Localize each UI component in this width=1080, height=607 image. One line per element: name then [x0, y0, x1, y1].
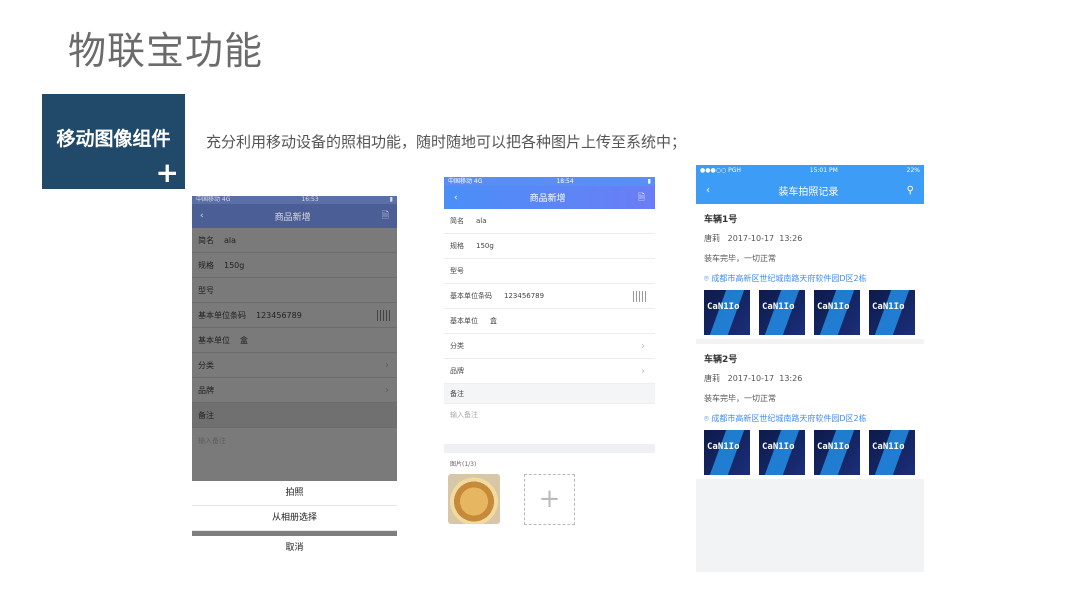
chevron-right-icon: › — [385, 359, 389, 371]
record-meta: 唐莉 2017-10-17 13:26 — [704, 234, 803, 243]
record-card[interactable]: 车辆1号 唐莉 2017-10-17 13:26 装车完毕，一切正常 ⌾ 成都市… — [696, 204, 924, 339]
remark-input[interactable]: 输入备注 — [192, 428, 397, 454]
form-row-short-name[interactable]: 简名 ala — [444, 209, 655, 234]
badge-label: 移动图像组件 — [56, 128, 171, 150]
form-row-unit[interactable]: 基本单位盒 — [444, 309, 655, 334]
save-icon[interactable]: 🗎 — [638, 190, 645, 206]
action-sheet: 拍照 从相册选择 取消 — [192, 481, 397, 558]
form-row-spec[interactable]: 规格 150g — [192, 253, 397, 278]
back-icon[interactable]: ‹ — [200, 211, 204, 221]
image-list: + — [444, 474, 655, 525]
choose-from-album-button[interactable]: 从相册选择 — [192, 506, 397, 531]
phone-screenshot-loading-records: ●●●○○ PGH 15:01 PM 22% ‹ 装车拍照记录 ⚲ 车辆1号 唐… — [696, 165, 924, 572]
nav-title: 商品新增 — [529, 194, 566, 204]
nav-bar: ‹ 装车拍照记录 ⚲ — [696, 177, 924, 204]
photo-thumbnail[interactable]: CaN1Io — [869, 290, 915, 335]
record-location: ⌾ 成都市高新区世纪城南路天府软件园D区2栋 — [704, 274, 867, 283]
photo-thumbnail[interactable]: CaN1Io — [814, 430, 860, 475]
photo-thumbnail[interactable]: CaN1Io — [814, 290, 860, 335]
nav-title: 装车拍照记录 — [778, 187, 839, 198]
form-row-model[interactable]: 型号 — [192, 278, 397, 303]
status-bar: 中国移动 4G 18:54 ▮ — [444, 177, 655, 186]
photo-list: CaN1Io CaN1Io CaN1Io CaN1Io — [704, 290, 916, 335]
photo-list: CaN1Io CaN1Io CaN1Io CaN1Io — [704, 430, 916, 475]
photo-thumbnail[interactable]: CaN1Io — [759, 290, 805, 335]
nav-bar: ‹ 商品新增 🗎 — [444, 186, 655, 209]
form-row-short-name[interactable]: 简名 ala — [192, 228, 397, 253]
nav-bar: ‹ 商品新增 🗎 — [192, 204, 397, 228]
feature-badge: 移动图像组件 + — [42, 94, 185, 189]
remark-header: 备注 — [192, 403, 397, 428]
slide: 物联宝功能 移动图像组件 + 充分利用移动设备的照相功能，随时随地可以把各种图片… — [0, 0, 1080, 607]
form-row-model[interactable]: 型号 — [444, 259, 655, 284]
divider — [444, 444, 655, 453]
cancel-button[interactable]: 取消 — [192, 536, 397, 558]
take-photo-button[interactable]: 拍照 — [192, 481, 397, 506]
nav-title: 商品新增 — [274, 212, 311, 223]
vehicle-name: 车辆2号 — [704, 355, 738, 365]
photo-thumbnail[interactable]: CaN1Io — [869, 430, 915, 475]
vehicle-name: 车辆1号 — [704, 215, 738, 225]
photo-thumbnail[interactable]: CaN1Io — [704, 290, 750, 335]
record-note: 装车完毕，一切正常 — [704, 394, 776, 403]
status-bar: ●●●○○ PGH 15:01 PM 22% — [696, 165, 924, 177]
form-row-category[interactable]: 分类 › — [192, 353, 397, 378]
phone-screenshot-product-form: 中国移动 4G 18:54 ▮ ‹ 商品新增 🗎 简名 ala 规格 150g 型号… — [444, 177, 655, 550]
record-meta: 唐莉 2017-10-17 13:26 — [704, 374, 803, 383]
feature-description: 充分利用移动设备的照相功能，随时随地可以把各种图片上传至系统中； — [206, 133, 687, 151]
images-label: 图片(1/3) — [450, 461, 477, 468]
food-photo-thumbnail[interactable] — [448, 474, 500, 524]
form-row-spec[interactable]: 规格 150g — [444, 234, 655, 259]
record-location: ⌾ 成都市高新区世纪城南路天府软件园D区2栋 — [704, 414, 867, 423]
back-icon[interactable]: ‹ — [454, 193, 458, 203]
battery-icon: ▮ — [647, 178, 651, 185]
location-pin-icon: ⌾ — [704, 274, 709, 283]
form-row-category[interactable]: 分类 › — [444, 334, 655, 359]
remark-input[interactable]: 输入备注 — [444, 404, 655, 444]
form-row-barcode[interactable]: 基本单位条码 123456789 — [444, 284, 655, 309]
location-pin-icon: ⌾ — [704, 414, 709, 423]
record-note: 装车完毕，一切正常 — [704, 254, 776, 263]
barcode-icon[interactable] — [377, 310, 391, 321]
form-row-barcode[interactable]: 基本单位条码 123456789 — [192, 303, 397, 328]
chevron-right-icon: › — [385, 384, 389, 396]
add-image-button[interactable]: + — [524, 474, 575, 525]
remark-header: 备注 — [444, 384, 655, 404]
photo-thumbnail[interactable]: CaN1Io — [759, 430, 805, 475]
form-row-brand[interactable]: 品牌 › — [192, 378, 397, 403]
form-row-unit[interactable]: 基本单位盒 — [192, 328, 397, 353]
plus-icon: + — [155, 156, 179, 189]
form-row-brand[interactable]: 品牌 › — [444, 359, 655, 384]
chevron-right-icon: › — [641, 365, 645, 377]
phone-screenshot-action-sheet: 中国移动 4G 16:53 ▮ ‹ 商品新增 🗎 简名 ala 规格 150g 型号… — [192, 196, 397, 558]
battery-icon: ▮ — [389, 196, 393, 203]
save-icon[interactable]: 🗎 — [382, 208, 389, 224]
status-bar: 中国移动 4G 16:53 ▮ — [192, 196, 397, 204]
chevron-right-icon: › — [641, 340, 645, 352]
record-card[interactable]: 车辆2号 唐莉 2017-10-17 13:26 装车完毕，一切正常 ⌾ 成都市… — [696, 344, 924, 479]
page-title: 物联宝功能 — [68, 29, 264, 73]
barcode-icon[interactable] — [633, 291, 647, 302]
back-icon[interactable]: ‹ — [706, 185, 710, 196]
filter-icon[interactable]: ⚲ — [907, 185, 914, 196]
product-form: 简名 ala 规格 150g 型号 基本单位条码 123456789 基本单位盒 分类… — [192, 228, 397, 481]
photo-thumbnail[interactable]: CaN1Io — [704, 430, 750, 475]
